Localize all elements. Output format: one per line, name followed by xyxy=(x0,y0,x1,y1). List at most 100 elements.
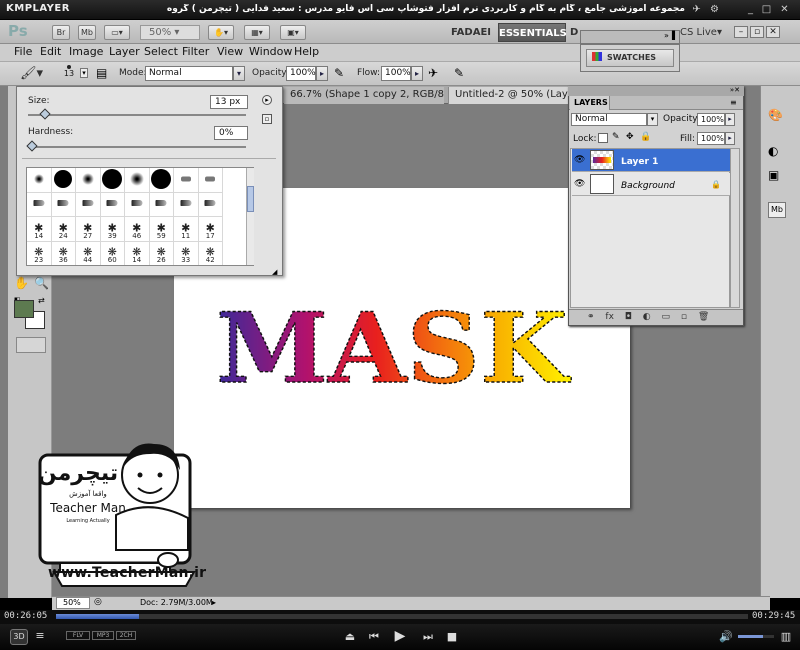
menu-select[interactable]: Select xyxy=(144,45,178,59)
brush-preset-cell[interactable] xyxy=(149,192,174,217)
brush-preset-cell[interactable]: ❋ 14 xyxy=(125,241,150,265)
mini-bridge-button[interactable]: Mb xyxy=(78,25,96,40)
restore-button[interactable]: ▫ xyxy=(750,26,764,38)
brush-tool-icon[interactable]: 🖌▾ xyxy=(20,66,46,82)
add-mask-icon[interactable]: ◘ xyxy=(625,312,632,322)
screen-mode-button[interactable]: ▣▾ xyxy=(280,25,306,40)
player-maximize-button[interactable]: □ xyxy=(760,3,773,16)
status-zoom-field[interactable]: 50% xyxy=(56,597,90,609)
lock-pixels-icon[interactable]: ✎ xyxy=(612,132,622,144)
seek-track[interactable] xyxy=(56,614,748,619)
brush-preset-cell[interactable]: ✱ 24 xyxy=(51,217,76,242)
zoom-select[interactable]: 50% ▾ xyxy=(140,25,200,40)
3d-button[interactable]: 3D xyxy=(10,629,28,645)
hardness-slider-track[interactable] xyxy=(28,146,246,148)
brush-preset-cell[interactable] xyxy=(149,168,174,193)
zoom-tool-icon[interactable]: 🔍 xyxy=(34,276,49,290)
volume-icon[interactable]: 🔊 xyxy=(718,630,734,643)
brush-preset-cell[interactable]: ✱ 59 xyxy=(149,217,174,242)
flow-arrow-button[interactable]: ▸ xyxy=(411,66,423,81)
brush-preset-cell[interactable] xyxy=(198,192,223,217)
menu-layer[interactable]: Layer xyxy=(109,45,140,59)
eye-icon[interactable]: 👁 xyxy=(574,155,585,165)
fill-field[interactable]: 100% xyxy=(697,132,725,145)
new-layer-icon[interactable]: ▫ xyxy=(681,312,687,322)
opacity-arrow-button[interactable]: ▸ xyxy=(316,66,328,81)
opacity-field[interactable]: 100% xyxy=(286,66,316,81)
brush-grid-scrollbar[interactable] xyxy=(246,168,254,265)
brush-preset-cell[interactable]: ✱ 39 xyxy=(100,217,125,242)
arrange-docs-button[interactable]: ▦▾ xyxy=(244,25,270,40)
tab-shape-doc[interactable]: 66.7% (Shape 1 copy 2, RGB/8) * xyxy=(284,87,444,104)
brush-preset-cell[interactable] xyxy=(27,192,52,217)
close-button[interactable]: ✕ xyxy=(766,26,780,38)
picker-menu-button[interactable]: ▸ xyxy=(262,95,272,105)
delete-layer-icon[interactable]: 🗑 xyxy=(698,312,709,322)
adjustments-icon[interactable]: ◐ xyxy=(768,144,786,160)
playlist-icon[interactable]: ≡ xyxy=(32,629,48,642)
menu-filter[interactable]: Filter xyxy=(182,45,209,59)
brush-preset-cell[interactable]: ❋ 23 xyxy=(27,241,52,265)
brush-preset-cell[interactable]: ❋ 33 xyxy=(174,241,199,265)
new-preset-button[interactable]: ▫ xyxy=(262,114,272,124)
settings-icon[interactable]: ⚙ xyxy=(708,3,721,16)
brush-preset-cell[interactable]: ✱ 14 xyxy=(27,217,52,242)
brush-picker-toggle[interactable]: ▾ xyxy=(80,68,88,78)
foreground-color-swatch[interactable] xyxy=(14,300,34,318)
layers-collapse-bar[interactable]: »✕ xyxy=(568,86,744,96)
hand-tool-icon[interactable]: ✋ xyxy=(14,276,29,290)
layers-scrollbar[interactable] xyxy=(730,148,740,308)
brush-preset-cell[interactable]: ❋ 44 xyxy=(76,241,101,265)
tablet-size-icon[interactable]: ✎ xyxy=(454,66,468,82)
brush-preset-cell[interactable] xyxy=(125,168,150,193)
blend-dropdown-button[interactable]: ▾ xyxy=(647,113,658,126)
brush-preset-picker[interactable]: 13 xyxy=(60,64,78,84)
workspace-fadaei[interactable]: FADAEI xyxy=(448,24,494,42)
brush-preset-cell[interactable]: ✱ 27 xyxy=(76,217,101,242)
brush-preset-cell[interactable] xyxy=(198,168,223,193)
view-extras-button[interactable]: ▭▾ xyxy=(104,25,130,40)
brush-panel-icon[interactable]: ▤ xyxy=(96,66,110,82)
brush-preset-cell[interactable]: ❋ 60 xyxy=(101,241,125,265)
color-panel-icon[interactable]: 🎨 xyxy=(768,108,786,124)
tab-untitled-2[interactable]: Untitled-2 @ 50% (Layer xyxy=(448,87,568,104)
size-field[interactable]: 13 px xyxy=(210,95,248,109)
flow-field[interactable]: 100% xyxy=(381,66,411,81)
lock-all-icon[interactable]: 🔒 xyxy=(640,132,651,144)
fill-arrow[interactable]: ▸ xyxy=(725,132,735,145)
brush-preset-cell[interactable] xyxy=(76,168,101,193)
lock-position-icon[interactable]: ✥ xyxy=(626,132,636,144)
menu-edit[interactable]: Edit xyxy=(40,45,61,59)
size-slider-track[interactable] xyxy=(28,114,246,116)
scroll-thumb[interactable] xyxy=(247,186,254,212)
brush-preset-cell[interactable]: ❋ 42 xyxy=(199,241,223,265)
eject-icon[interactable]: ⏏ xyxy=(342,630,358,643)
workspace-essentials[interactable]: ESSENTIALS xyxy=(498,23,567,42)
eye-icon[interactable]: 👁 xyxy=(574,179,585,189)
layer-opacity-field[interactable]: 100% xyxy=(697,113,725,126)
brush-preset-cell[interactable] xyxy=(51,192,76,217)
brush-preset-cell[interactable] xyxy=(100,168,125,193)
brush-preset-cell[interactable]: ✱ 11 xyxy=(174,217,199,242)
brush-preset-cell[interactable] xyxy=(125,192,150,217)
bridge-button[interactable]: Br xyxy=(52,25,70,40)
layer-opacity-arrow[interactable]: ▸ xyxy=(725,113,735,126)
swatches-collapse-bar[interactable]: »▐ xyxy=(580,30,680,44)
mode-dropdown-button[interactable]: ▾ xyxy=(233,66,245,81)
swatches-tab[interactable]: SWATCHES xyxy=(586,49,674,67)
player-minimize-button[interactable]: _ xyxy=(744,3,757,16)
hardness-field[interactable]: 0% xyxy=(214,126,248,140)
airbrush-icon[interactable]: ✈ xyxy=(428,66,442,82)
status-menu-arrow[interactable]: ▸ xyxy=(212,598,220,608)
brush-preset-cell[interactable] xyxy=(174,168,199,193)
previous-icon[interactable]: ⏮ xyxy=(366,630,382,644)
swap-colors-icon[interactable]: ⇄ xyxy=(38,296,46,305)
brush-preset-cell[interactable]: ❋ 26 xyxy=(150,241,174,265)
layers-tab[interactable]: LAYERS xyxy=(570,96,610,110)
brush-preset-cell[interactable] xyxy=(27,168,52,193)
brush-preset-cell[interactable]: ✱ 46 xyxy=(125,217,150,242)
menu-window[interactable]: Window xyxy=(249,45,292,59)
adjustment-layer-icon[interactable]: ◐ xyxy=(643,312,651,322)
blend-mode-select[interactable]: Normal xyxy=(571,113,647,126)
new-group-icon[interactable]: ▭ xyxy=(662,312,671,322)
